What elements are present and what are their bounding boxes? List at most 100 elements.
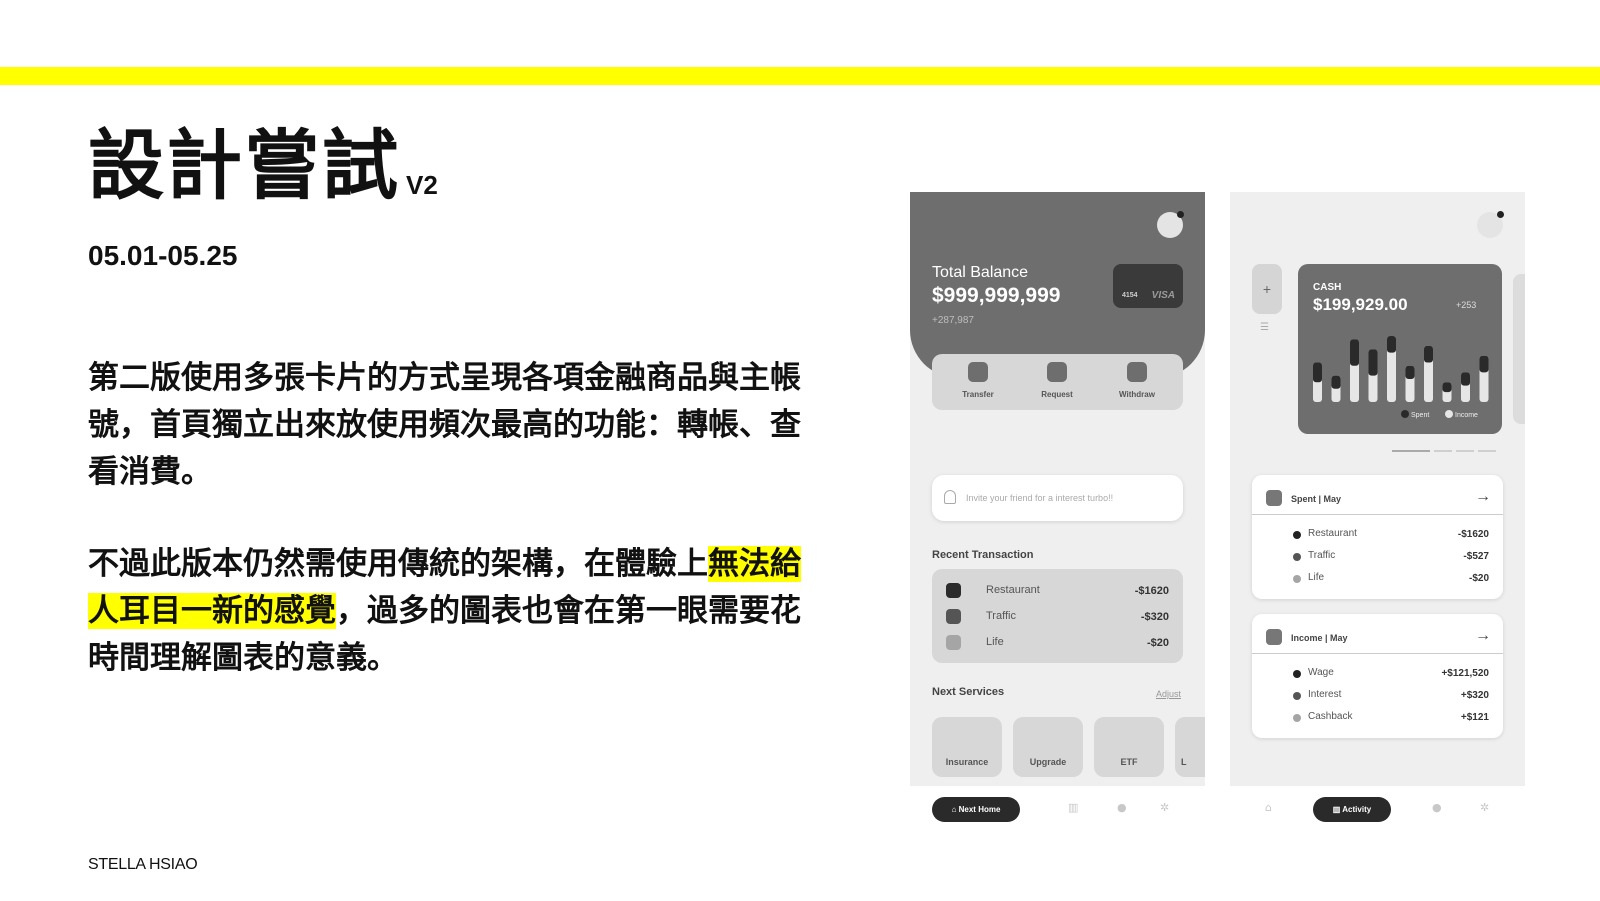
category-icon [946, 583, 961, 598]
row-amount: -$1620 [1457, 529, 1489, 540]
category-icon [946, 609, 961, 624]
card-number: 4154 [1122, 292, 1138, 299]
settings-icon[interactable]: ✲ [1480, 801, 1489, 814]
add-account-button[interactable]: + [1252, 264, 1282, 314]
description-paragraph-1: 第二版使用多張卡片的方式呈現各項金融商品與主帳號，首頁獨立出來放使用頻次最高的功… [88, 360, 801, 490]
transaction-amount: -$1620 [1134, 585, 1169, 597]
row-name: Wage [1308, 667, 1334, 678]
spent-summary-card[interactable]: Spent | May → Restaurant -$1620 Traffic -$… [1252, 475, 1503, 599]
avatar[interactable] [1477, 211, 1504, 238]
legend-spent: Spent [1401, 410, 1429, 419]
balance-amount: $999,999,999 [932, 284, 1061, 307]
transaction-row[interactable]: Restaurant -$1620 [932, 581, 1183, 601]
date-range: 05.01-05.25 [88, 240, 238, 271]
spent-bar [1331, 375, 1341, 389]
withdraw-icon [1127, 362, 1147, 382]
spent-income-chart [1313, 336, 1489, 402]
balance-label: Total Balance [932, 264, 1029, 281]
spent-bar [1461, 372, 1470, 386]
service-partial[interactable]: L [1175, 717, 1205, 777]
nav-home-button[interactable]: ⌂ Next Home [932, 797, 1020, 822]
row-name: Traffic [1308, 550, 1336, 561]
credit-card[interactable]: 4154 VISA [1113, 264, 1183, 308]
nav-home-label: Next Home [958, 805, 1001, 814]
service-etf[interactable]: ETF [1094, 717, 1164, 777]
legend-label: Spent [1411, 412, 1430, 419]
bullet-dot [1293, 531, 1301, 539]
card-title: Income | May [1291, 633, 1348, 643]
spent-bar [1405, 365, 1415, 379]
row-amount: -$527 [1463, 551, 1489, 562]
paragraph-2-start: 不過此版本仍然需使用傳統的架構，在體驗上 [88, 546, 708, 582]
balance-header: Total Balance $999,999,999 +287,987 4154… [910, 192, 1205, 378]
home-screen-mockup: Total Balance $999,999,999 +287,987 4154… [910, 192, 1205, 786]
transaction-row[interactable]: Traffic -$320 [932, 607, 1183, 627]
category-icon [1266, 490, 1282, 506]
row-amount: +$121,520 [1441, 668, 1489, 679]
bullet-dot [1293, 692, 1301, 700]
service-insurance[interactable]: Insurance [932, 717, 1002, 777]
transaction-name: Restaurant [986, 584, 1040, 596]
bullet-dot [1293, 553, 1301, 561]
card-header: Income | May → [1252, 614, 1503, 654]
adjust-link[interactable]: Adjust [1156, 689, 1181, 699]
activity-icon[interactable]: ▥ [1068, 801, 1078, 814]
spent-bar [1387, 336, 1396, 353]
service-upgrade[interactable]: Upgrade [1013, 717, 1083, 777]
quick-actions: Transfer Request Withdraw [932, 354, 1183, 410]
bullet-dot [1293, 670, 1301, 678]
transaction-name: Life [986, 636, 1004, 648]
pager-dot[interactable] [1434, 450, 1452, 452]
pager-dot-active[interactable] [1392, 450, 1430, 452]
next-card-peek[interactable] [1513, 274, 1525, 424]
spent-bar [1368, 349, 1378, 376]
action-label: Transfer [962, 390, 994, 399]
avatar[interactable] [1157, 211, 1184, 238]
action-label: Request [1041, 390, 1073, 399]
notification-dot [1497, 211, 1504, 218]
slide-title: 設計嘗試 [88, 121, 400, 210]
settings-icon[interactable]: ✲ [1160, 801, 1169, 814]
recent-transaction-title: Recent Transaction [932, 549, 1034, 561]
pager-dot[interactable] [1456, 450, 1474, 452]
description-paragraph-2: 不過此版本仍然需使用傳統的架構，在體驗上無法給人耳目一新的感覺，過多的圖表也會在… [88, 541, 828, 682]
row-name: Life [1308, 572, 1325, 583]
list-icon[interactable]: ☰ [1260, 322, 1269, 333]
transaction-amount: -$320 [1140, 611, 1169, 623]
row-amount: -$20 [1468, 573, 1489, 584]
bullet-dot [1293, 714, 1301, 722]
legend-swatch [1445, 410, 1453, 418]
invite-text: Invite your friend for a interest turbo!… [966, 493, 1114, 503]
next-services-title: Next Services [932, 686, 1005, 698]
request-icon [1047, 362, 1067, 382]
action-label: Withdraw [1119, 390, 1155, 399]
request-button[interactable]: Request [1027, 362, 1087, 399]
home-icon[interactable]: ⌂ [1265, 801, 1272, 814]
accent-bar [0, 67, 1600, 85]
transfer-button[interactable]: Transfer [948, 362, 1008, 399]
invite-banner[interactable]: Invite your friend for a interest turbo!… [932, 475, 1183, 521]
info-icon[interactable]: ● [1117, 801, 1127, 814]
legend-swatch [1401, 410, 1409, 418]
card-header: Spent | May → [1252, 475, 1503, 515]
nav-activity-button[interactable]: ▥ Activity [1313, 797, 1391, 822]
info-icon[interactable]: ● [1432, 801, 1442, 814]
arrow-right-icon[interactable]: → [1475, 488, 1491, 506]
pager-dot[interactable] [1478, 450, 1496, 452]
row-name: Interest [1308, 689, 1342, 700]
transaction-name: Traffic [986, 610, 1016, 622]
arrow-right-icon[interactable]: → [1475, 627, 1491, 645]
transaction-row[interactable]: Life -$20 [932, 633, 1183, 653]
spent-bar [1313, 362, 1322, 383]
bullet-dot [1293, 575, 1301, 583]
row-name: Restaurant [1308, 528, 1357, 539]
activity-screen-mockup: + ☰ CASH $199,929.00 +253 Spent Income S… [1230, 192, 1525, 786]
row-amount: +$320 [1460, 690, 1489, 701]
transaction-amount: -$20 [1146, 637, 1169, 649]
cash-card[interactable]: CASH $199,929.00 +253 Spent Income [1298, 264, 1502, 434]
bell-icon [944, 490, 956, 504]
transaction-list: Restaurant -$1620 Traffic -$320 Life -$2… [932, 569, 1183, 663]
card-title: Spent | May [1291, 494, 1342, 504]
withdraw-button[interactable]: Withdraw [1107, 362, 1167, 399]
income-summary-card[interactable]: Income | May → Wage +$121,520 Interest +$3… [1252, 614, 1503, 738]
